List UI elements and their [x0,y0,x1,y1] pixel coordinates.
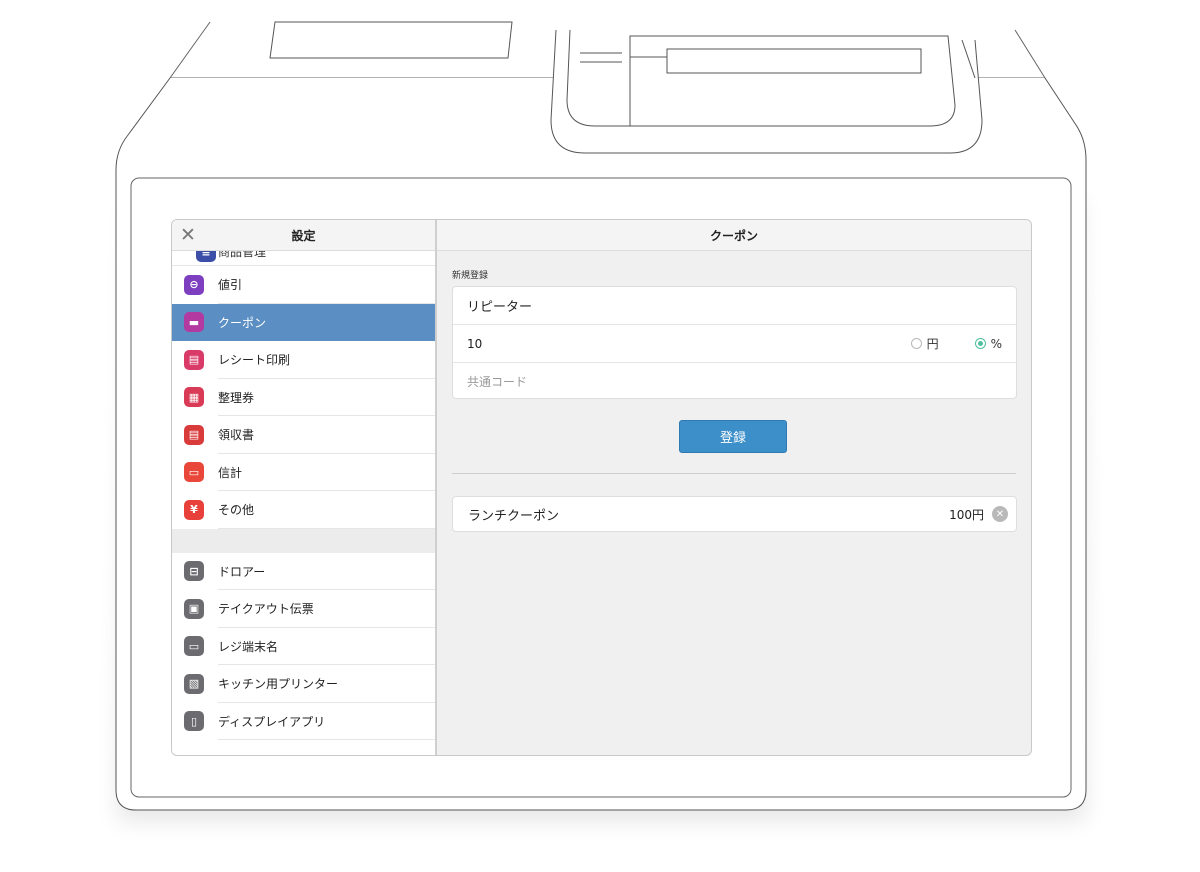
receipt-icon: ▤ [184,424,204,445]
sidebar-item[interactable]: ▤ 領収書 [172,416,435,454]
sidebar-item[interactable]: ▦ 整理券 [172,379,435,417]
radio-yen-dot[interactable] [910,338,922,349]
sidebar-item[interactable]: ▯ ディスプレイアプリ [172,703,435,741]
coupon-code-row [453,363,1016,400]
new-coupon-form: 円 % [452,286,1017,399]
sidebar-item[interactable]: ⊖ 値引 [172,266,435,304]
coupon-name-input[interactable] [467,298,767,313]
product-icon: ≡ [196,251,216,262]
kitchen-printer-icon: ▧ [184,673,204,694]
sidebar-item[interactable]: ¥ その他 [172,491,435,529]
register-button[interactable]: 登録 [679,420,787,453]
sidebar-item-label: レジ端末名 [218,639,279,654]
printer-icon: ▣ [184,598,204,619]
sidebar-item-label: 信計 [218,465,243,480]
minus-circle-icon: ⊖ [184,274,204,295]
section-gap [172,528,435,553]
radio-yen-label: 円 [926,337,939,351]
coupon-item-amount: 100円 [949,507,984,522]
page-title: クーポン [437,220,1031,251]
settings-panel: ✕ 設定 ≡ 商品管理 ⊖ 値引 ▬ クーポン ▤ レシート印刷 ▦ 整理券 ▤ 領収書 ▭ 信計 ¥ そ… [171,219,1032,756]
radio-percent-dot[interactable] [974,338,986,349]
coupon-list-item[interactable]: ランチクーポン 100円 ✕ [452,496,1017,532]
sidebar-item[interactable]: ⊟ ドロアー [172,553,435,591]
radio-percent[interactable]: % [974,336,1002,351]
coupon-icon: ▬ [184,312,204,333]
sidebar-item-label: クーポン [218,315,267,330]
sidebar-item-partial[interactable]: ≡ 商品管理 [172,251,435,266]
delete-icon[interactable]: ✕ [992,506,1008,522]
coupon-item-name: ランチクーポン [468,508,560,524]
sidebar-list[interactable]: ≡ 商品管理 ⊖ 値引 ▬ クーポン ▤ レシート印刷 ▦ 整理券 ▤ 領収書 ▭ 信計 ¥ その他 ⊟ ド… [172,251,435,755]
section-label-new: 新規登録 [452,271,489,281]
yen-icon: ¥ [184,499,204,520]
sidebar-item-label: ドロアー [218,564,266,579]
ticket-icon: ▦ [184,387,204,408]
coupon-amount-row: 円 % [453,325,1016,363]
sidebar-item-label: レシート印刷 [218,353,291,368]
sidebar-item[interactable]: ▬ クーポン [172,303,435,341]
close-icon[interactable]: ✕ [178,224,198,246]
sidebar-item-label: 領収書 [218,428,255,443]
sidebar-item-label: 値引 [218,278,243,293]
sidebar-item[interactable]: ▣ テイクアウト伝票 [172,590,435,628]
display-app-icon: ▯ [184,711,204,732]
coupon-main: クーポン 新規登録 円 % [437,220,1031,755]
sidebar-item-label: キッチン用プリンター [218,677,339,692]
receipt-print-icon: ▤ [184,349,204,370]
sidebar-item[interactable]: ▤ レシート印刷 [172,341,435,379]
sidebar-item-label: 整理券 [218,390,255,405]
radio-yen[interactable]: 円 [910,335,939,352]
sidebar-item-label: 商品管理 [218,251,267,259]
sidebar-item[interactable]: ▧ キッチン用プリンター [172,665,435,703]
sidebar-header: ✕ 設定 [172,220,435,251]
sidebar-item-label: ディスプレイアプリ [218,714,326,729]
sidebar-item-label: テイクアウト伝票 [218,602,314,617]
radio-percent-label: % [990,336,1002,351]
register-icon: ▭ [184,462,204,483]
sidebar-item[interactable]: ▭ 信計 [172,454,435,492]
drawer-icon: ⊟ [184,561,204,582]
coupon-amount-input[interactable] [467,336,767,351]
terminal-icon: ▭ [184,636,204,657]
unit-radio-group: 円 % [910,335,1002,352]
sidebar-item-label: その他 [218,503,255,518]
common-code-input[interactable] [467,374,767,389]
settings-sidebar: ✕ 設定 ≡ 商品管理 ⊖ 値引 ▬ クーポン ▤ レシート印刷 ▦ 整理券 ▤ 領収書 ▭ 信計 ¥ そ… [172,220,437,755]
sidebar-item[interactable]: ▭ レジ端末名 [172,628,435,666]
coupon-name-row [453,287,1016,325]
sidebar-title: 設定 [291,228,316,243]
divider [452,473,1016,474]
